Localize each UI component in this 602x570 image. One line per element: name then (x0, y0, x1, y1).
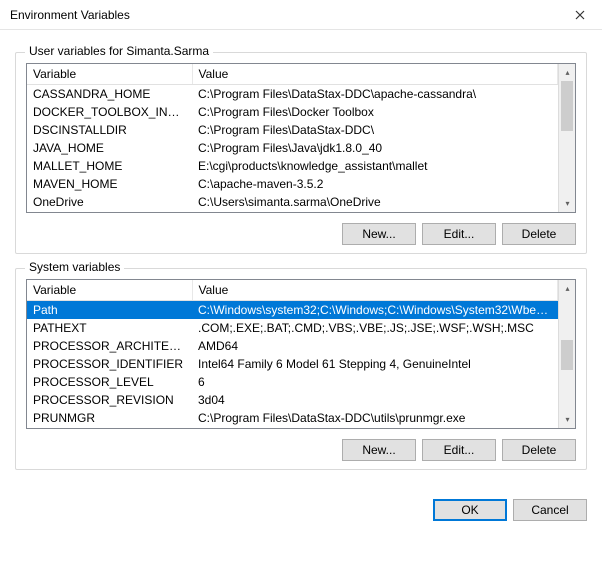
cell-value: E:\cgi\products\knowledge_assistant\mall… (192, 157, 558, 175)
table-row[interactable]: PathC:\Windows\system32;C:\Windows;C:\Wi… (27, 301, 558, 320)
cell-variable: PATHEXT (27, 319, 192, 337)
user-variables-table-wrap: Variable Value CASSANDRA_HOMEC:\Program … (26, 63, 576, 213)
user-variables-table[interactable]: Variable Value CASSANDRA_HOMEC:\Program … (27, 64, 558, 212)
cell-variable: PRUNMGR (27, 409, 192, 427)
close-button[interactable] (557, 0, 602, 30)
user-edit-button[interactable]: Edit... (422, 223, 496, 245)
window-title: Environment Variables (10, 8, 130, 22)
cell-value: C:\Program Files\DataStax-DDC\apache-cas… (192, 85, 558, 104)
scroll-up-icon[interactable]: ▴ (559, 280, 576, 297)
cell-value: C:\Users\simanta.sarma\OneDrive (192, 193, 558, 211)
col-header-value[interactable]: Value (192, 280, 558, 301)
user-scrollbar[interactable]: ▴ ▾ (558, 64, 575, 212)
user-button-row: New... Edit... Delete (26, 223, 576, 245)
system-edit-button[interactable]: Edit... (422, 439, 496, 461)
cell-variable: PROCESSOR_REVISION (27, 391, 192, 409)
system-variables-table[interactable]: Variable Value PathC:\Windows\system32;C… (27, 280, 558, 428)
cell-variable: MAVEN_HOME (27, 175, 192, 193)
cell-variable: OneDrive (27, 193, 192, 211)
system-variables-group: System variables Variable Value PathC:\W… (15, 268, 587, 470)
cell-value: 6 (192, 373, 558, 391)
scroll-thumb[interactable] (561, 340, 573, 370)
user-group-label: User variables for Simanta.Sarma (25, 44, 213, 58)
table-row[interactable]: PROCESSOR_ARCHITECTUREAMD64 (27, 337, 558, 355)
close-icon (575, 10, 585, 20)
table-row[interactable]: PROCESSOR_REVISION3d04 (27, 391, 558, 409)
table-row[interactable]: OneDriveC:\Users\simanta.sarma\OneDrive (27, 193, 558, 211)
cell-value: C:\Program Files\DataStax-DDC\utils\prun… (192, 409, 558, 427)
user-delete-button[interactable]: Delete (502, 223, 576, 245)
cell-variable: MALLET_HOME (27, 157, 192, 175)
cell-value: C:\apache-maven-3.5.2 (192, 175, 558, 193)
col-header-value[interactable]: Value (192, 64, 558, 85)
table-row[interactable]: PROCESSOR_IDENTIFIERIntel64 Family 6 Mod… (27, 355, 558, 373)
system-group-label: System variables (25, 260, 124, 274)
system-button-row: New... Edit... Delete (26, 439, 576, 461)
col-header-variable[interactable]: Variable (27, 64, 192, 85)
cell-variable: PROCESSOR_ARCHITECTURE (27, 337, 192, 355)
cell-variable: JAVA_HOME (27, 139, 192, 157)
table-row[interactable]: DOCKER_TOOLBOX_INSTAL...C:\Program Files… (27, 103, 558, 121)
cancel-button[interactable]: Cancel (513, 499, 587, 521)
scroll-down-icon[interactable]: ▾ (559, 411, 576, 428)
table-row[interactable]: JAVA_HOMEC:\Program Files\Java\jdk1.8.0_… (27, 139, 558, 157)
cell-variable: DSCINSTALLDIR (27, 121, 192, 139)
table-row[interactable]: PROCESSOR_LEVEL6 (27, 373, 558, 391)
cell-variable: PROCESSOR_LEVEL (27, 373, 192, 391)
user-new-button[interactable]: New... (342, 223, 416, 245)
dialog-button-row: OK Cancel (0, 485, 602, 521)
titlebar: Environment Variables (0, 0, 602, 30)
system-new-button[interactable]: New... (342, 439, 416, 461)
cell-value: C:\Windows\system32;C:\Windows;C:\Window… (192, 301, 558, 320)
table-row[interactable]: MALLET_HOMEE:\cgi\products\knowledge_ass… (27, 157, 558, 175)
table-header-row: Variable Value (27, 280, 558, 301)
table-row[interactable]: PATHEXT.COM;.EXE;.BAT;.CMD;.VBS;.VBE;.JS… (27, 319, 558, 337)
cell-variable: DOCKER_TOOLBOX_INSTAL... (27, 103, 192, 121)
scroll-down-icon[interactable]: ▾ (559, 195, 576, 212)
cell-variable: PROCESSOR_IDENTIFIER (27, 355, 192, 373)
table-row[interactable]: CASSANDRA_HOMEC:\Program Files\DataStax-… (27, 85, 558, 104)
col-header-variable[interactable]: Variable (27, 280, 192, 301)
table-header-row: Variable Value (27, 64, 558, 85)
cell-value: C:\Program Files\Docker Toolbox (192, 103, 558, 121)
table-row[interactable]: MAVEN_HOMEC:\apache-maven-3.5.2 (27, 175, 558, 193)
cell-value: AMD64 (192, 337, 558, 355)
system-variables-table-wrap: Variable Value PathC:\Windows\system32;C… (26, 279, 576, 429)
scroll-thumb[interactable] (561, 81, 573, 131)
cell-value: C:\Program Files\DataStax-DDC\ (192, 121, 558, 139)
ok-button[interactable]: OK (433, 499, 507, 521)
table-row[interactable]: DSCINSTALLDIRC:\Program Files\DataStax-D… (27, 121, 558, 139)
cell-value: .COM;.EXE;.BAT;.CMD;.VBS;.VBE;.JS;.JSE;.… (192, 319, 558, 337)
cell-value: Intel64 Family 6 Model 61 Stepping 4, Ge… (192, 355, 558, 373)
scroll-up-icon[interactable]: ▴ (559, 64, 576, 81)
table-row[interactable]: PRUNMGRC:\Program Files\DataStax-DDC\uti… (27, 409, 558, 427)
cell-variable: CASSANDRA_HOME (27, 85, 192, 104)
cell-value: 3d04 (192, 391, 558, 409)
system-scrollbar[interactable]: ▴ ▾ (558, 280, 575, 428)
cell-variable: Path (27, 301, 192, 320)
user-variables-group: User variables for Simanta.Sarma Variabl… (15, 52, 587, 254)
cell-value: C:\Program Files\Java\jdk1.8.0_40 (192, 139, 558, 157)
dialog-content: User variables for Simanta.Sarma Variabl… (0, 30, 602, 485)
system-delete-button[interactable]: Delete (502, 439, 576, 461)
